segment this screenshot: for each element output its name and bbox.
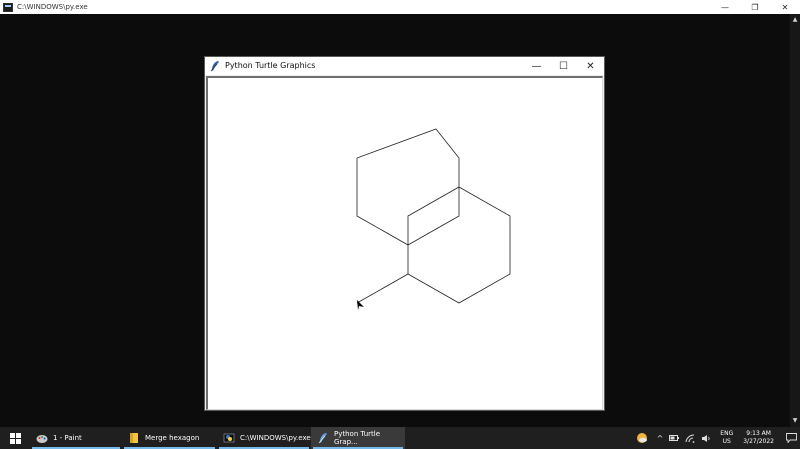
console-app-icon — [3, 2, 13, 12]
volume-icon[interactable] — [701, 434, 711, 443]
taskbar-item-label: 1 - Paint — [53, 434, 82, 442]
turtle-canvas[interactable] — [206, 76, 603, 410]
scroll-down-icon[interactable]: ▼ — [791, 417, 799, 425]
turtle-drawing — [356, 128, 511, 310]
feather-icon — [318, 433, 327, 444]
turtle-minimize-button[interactable]: — — [523, 57, 550, 75]
taskbar-item-label: C:\WINDOWS\py.exe — [240, 434, 311, 442]
feather-icon — [210, 61, 219, 72]
notifications-button[interactable] — [782, 427, 800, 449]
clock[interactable]: 9:13 AM 3/27/2022 — [743, 430, 774, 446]
console-titlebar[interactable]: C:\WINDOWS\py.exe — ❐ ✕ — [0, 0, 800, 14]
turtle-close-button[interactable]: ✕ — [577, 57, 604, 75]
scroll-up-icon[interactable]: ▲ — [791, 16, 799, 24]
battery-icon[interactable] — [669, 434, 680, 442]
taskbar-item-paint[interactable]: 1 - Paint — [30, 427, 122, 449]
turtle-cursor-icon — [357, 300, 364, 310]
turtle-maximize-button[interactable]: ☐ — [550, 57, 577, 75]
taskbar: 1 - Paint Merge hexagon C:\WINDOWS\py.ex… — [0, 427, 800, 449]
taskbar-item-turtle[interactable]: Python Turtle Grap... — [311, 427, 405, 449]
taskbar-item-merge-hexagon[interactable]: Merge hexagon — [122, 427, 217, 449]
turtle-titlebar[interactable]: Python Turtle Graphics — ☐ ✕ — [205, 57, 604, 75]
console-close-button[interactable]: ✕ — [770, 0, 800, 14]
turtle-path-line — [356, 273, 409, 304]
show-hidden-icons-icon[interactable]: ^ — [657, 434, 664, 443]
console-scrollbar[interactable]: ▲ ▼ — [790, 14, 800, 427]
notification-icon — [785, 433, 797, 443]
clock-time: 9:13 AM — [746, 430, 771, 437]
start-button[interactable] — [0, 427, 30, 449]
console-title: C:\WINDOWS\py.exe — [17, 3, 88, 11]
system-tray: ^ ENG US 9:13 AM 3/27/2022 — [630, 427, 800, 449]
taskbar-item-label: Merge hexagon — [145, 434, 200, 442]
folder-icon — [130, 433, 138, 443]
taskbar-item-py-console[interactable]: C:\WINDOWS\py.exe — [217, 427, 311, 449]
turtle-window: Python Turtle Graphics — ☐ ✕ — [204, 56, 605, 411]
weather-icon[interactable] — [636, 432, 648, 444]
windows-logo-icon — [9, 432, 21, 444]
python-console-icon — [223, 433, 235, 443]
console-maximize-button[interactable]: ❐ — [740, 0, 770, 14]
turtle-window-title: Python Turtle Graphics — [225, 61, 316, 70]
console-minimize-button[interactable]: — — [710, 0, 740, 14]
clock-date: 3/27/2022 — [743, 438, 774, 445]
taskbar-item-label: Python Turtle Grap... — [334, 430, 381, 446]
paint-icon — [36, 435, 48, 443]
language-indicator[interactable]: ENG US — [720, 430, 733, 446]
wifi-icon[interactable] — [685, 433, 695, 443]
